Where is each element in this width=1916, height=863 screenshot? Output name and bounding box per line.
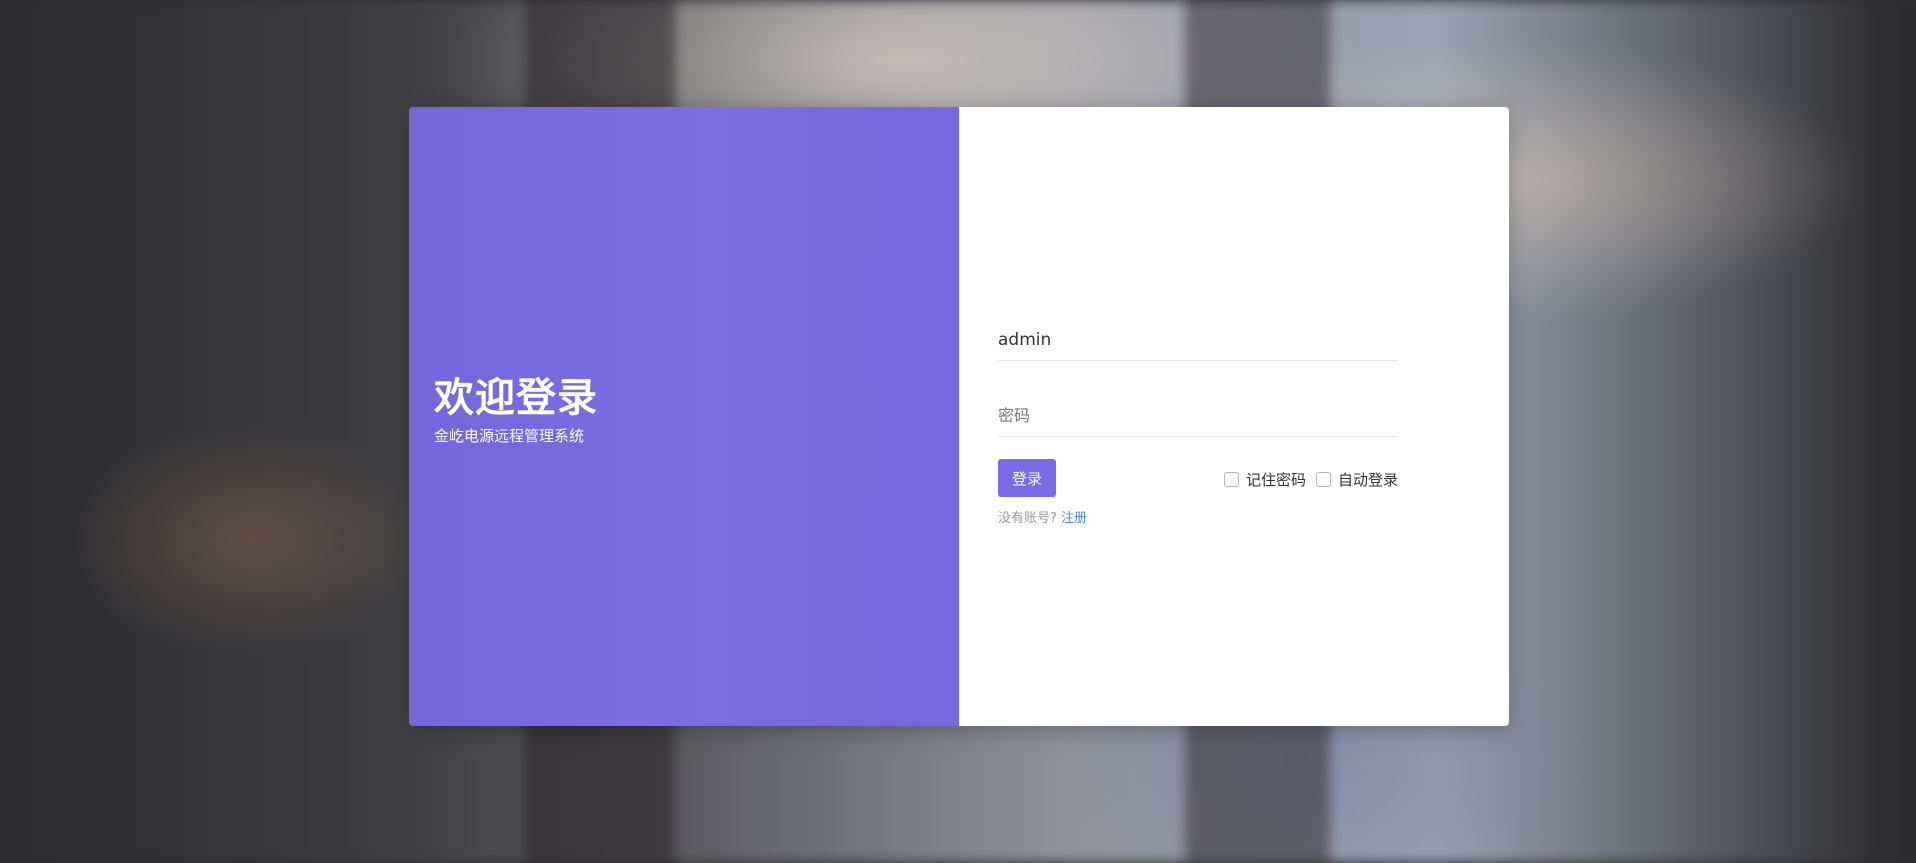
auto-login-label: 自动登录 xyxy=(1337,471,1398,489)
username-field-wrapper xyxy=(998,307,1398,361)
password-input[interactable] xyxy=(998,406,1398,436)
register-link[interactable]: 注册 xyxy=(1061,511,1087,526)
no-account-text: 没有账号? xyxy=(998,511,1057,526)
login-button[interactable]: 登录 xyxy=(998,459,1056,497)
username-input[interactable] xyxy=(998,330,1398,360)
login-form: 登录 记住密码 自动登录 没有账号? 注册 xyxy=(998,307,1398,526)
login-options: 记住密码 自动登录 xyxy=(1214,469,1398,490)
welcome-title: 欢迎登录 xyxy=(434,375,598,421)
register-prompt: 没有账号? 注册 xyxy=(998,507,1398,526)
login-form-panel: 登录 记住密码 自动登录 没有账号? 注册 xyxy=(959,107,1509,726)
form-actions: 登录 记住密码 自动登录 xyxy=(998,459,1398,499)
welcome-panel: 欢迎登录 金屹电源远程管理系统 xyxy=(409,107,959,726)
auto-login-checkbox[interactable]: 自动登录 xyxy=(1315,469,1398,490)
login-card: 欢迎登录 金屹电源远程管理系统 登录 记住密码 xyxy=(409,107,1509,726)
system-name: 金屹电源远程管理系统 xyxy=(434,427,585,445)
remember-password-checkbox[interactable]: 记住密码 xyxy=(1223,469,1306,490)
auto-login-box[interactable] xyxy=(1315,472,1331,487)
welcome-block: 欢迎登录 金屹电源远程管理系统 xyxy=(434,372,598,446)
remember-password-box[interactable] xyxy=(1223,472,1239,487)
remember-password-label: 记住密码 xyxy=(1245,471,1306,489)
password-field-wrapper xyxy=(998,383,1398,437)
